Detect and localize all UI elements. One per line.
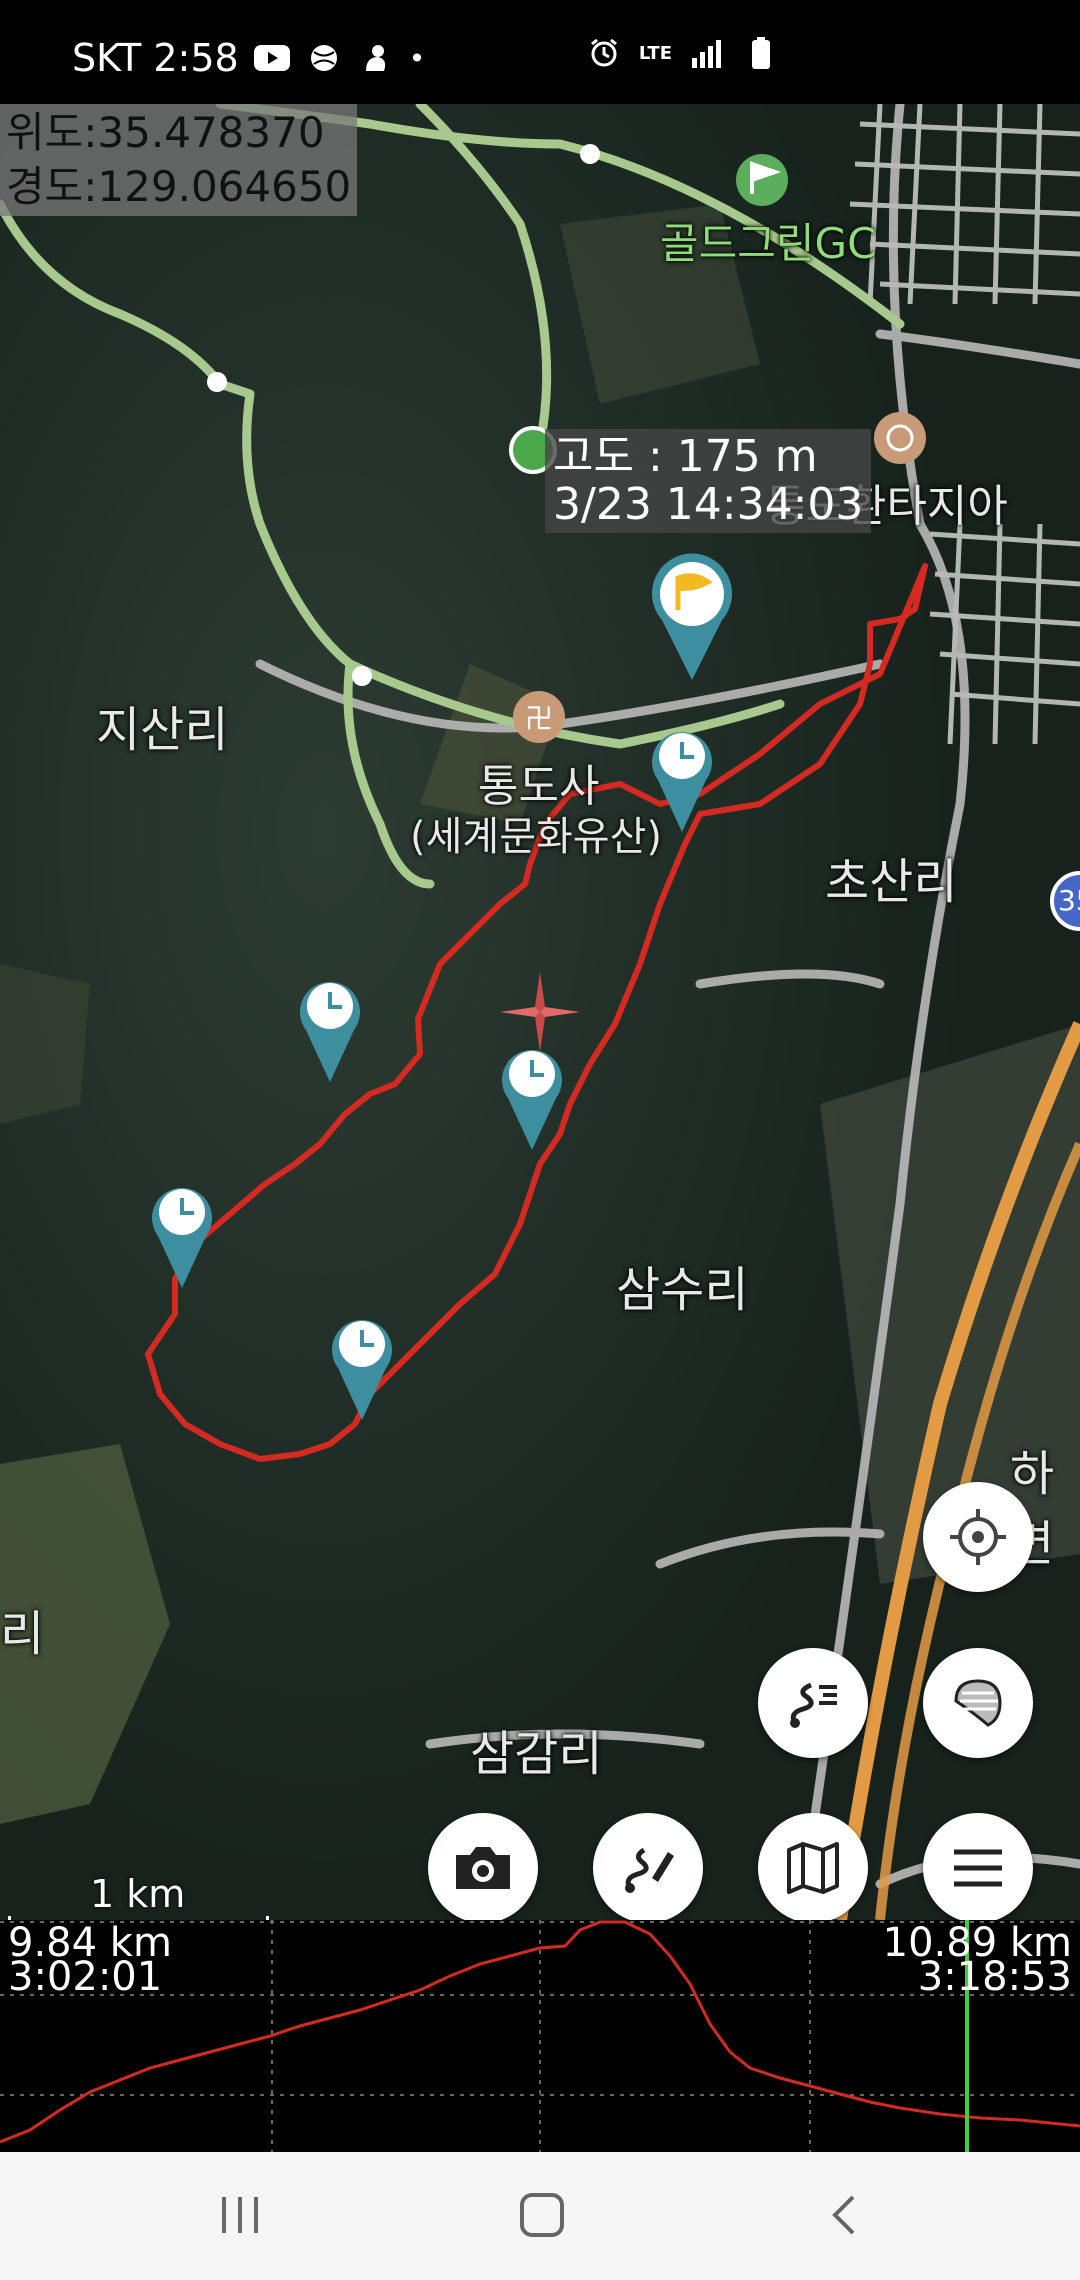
back-icon: [832, 2195, 855, 2235]
signal-icon: [688, 38, 726, 68]
lte-icon: LTE: [638, 42, 672, 64]
time-marker[interactable]: [500, 1042, 564, 1152]
back-button[interactable]: [804, 2180, 884, 2250]
golf-course-label: 골드그린GC: [660, 219, 877, 268]
scale-label: 1 km: [90, 1872, 186, 1916]
place-label-samsu: 삼수리: [616, 1262, 749, 1318]
place-label-chosan: 초산리: [825, 854, 958, 910]
latitude-text: 위도:35.478370: [6, 108, 325, 157]
home-icon: [520, 2193, 564, 2237]
track-list-button[interactable]: [758, 1648, 868, 1758]
place-label-samgam: 삼감리: [470, 1726, 603, 1782]
longitude-text: 경도:129.064650: [6, 162, 352, 211]
altitude-text: 고도 : 175 m: [553, 431, 818, 482]
recents-button[interactable]: [200, 2180, 280, 2250]
alarm-icon: [585, 38, 623, 68]
locate-icon: [950, 1509, 1006, 1565]
elevation-profile[interactable]: 9.84 km 3:02:01 10.89 km 3:18:53: [0, 1920, 1080, 2152]
carrier-time: SKT 2:58: [72, 36, 239, 80]
status-dot: •: [408, 41, 426, 75]
track-edit-button[interactable]: [593, 1813, 703, 1920]
map-icon: [787, 1842, 839, 1894]
track-edit-icon: [625, 1847, 674, 1893]
camera-icon: [456, 1847, 510, 1889]
my-location-button[interactable]: [923, 1482, 1033, 1592]
battery-icon: [742, 37, 780, 69]
temple-sublabel: (세계문화유산): [410, 814, 663, 860]
start-flag-marker[interactable]: [650, 552, 734, 682]
menu-button[interactable]: [923, 1813, 1033, 1920]
road-badge: 35: [1058, 884, 1080, 917]
time-marker[interactable]: [330, 1312, 394, 1422]
time-marker[interactable]: [298, 974, 362, 1084]
track-list-icon: [790, 1682, 837, 1728]
place-label-ri: 리: [0, 1606, 45, 1662]
map-button[interactable]: [758, 1813, 868, 1920]
scale-bar: 1 km: [8, 1872, 269, 1920]
recents-icon: [222, 2197, 258, 2233]
time-marker[interactable]: [150, 1180, 214, 1290]
datetime-text: 3/23 14:34:03: [553, 479, 864, 530]
bird-icon: [357, 43, 395, 73]
coordinate-readout: 위도:35.478370 경도:129.064650: [0, 104, 358, 216]
map-view[interactable]: 卍 위도:35.478370 경도:129.064650 골드그린GC 통도환타…: [0, 104, 1080, 1920]
home-button[interactable]: [502, 2180, 582, 2250]
map-layer-button[interactable]: [923, 1648, 1033, 1758]
place-label-jisan: 지산리: [96, 702, 229, 758]
youtube-icon: [253, 43, 291, 73]
status-bar: SKT 2:58 • LTE: [0, 0, 1080, 104]
system-nav-bar: [0, 2152, 1080, 2280]
menu-icon: [954, 1849, 1002, 1887]
right-time: 3:18:53: [917, 1954, 1072, 2000]
layer-icon: [954, 1679, 1002, 1727]
camera-button[interactable]: [428, 1813, 538, 1920]
left-time: 3:02:01: [8, 1954, 163, 2000]
ball-icon: [305, 43, 343, 73]
map-satellite: 卍: [0, 104, 1080, 1920]
point-info-popup: 고도 : 175 m 3/23 14:34:03: [545, 429, 872, 533]
svg-text:卍: 卍: [525, 702, 553, 735]
